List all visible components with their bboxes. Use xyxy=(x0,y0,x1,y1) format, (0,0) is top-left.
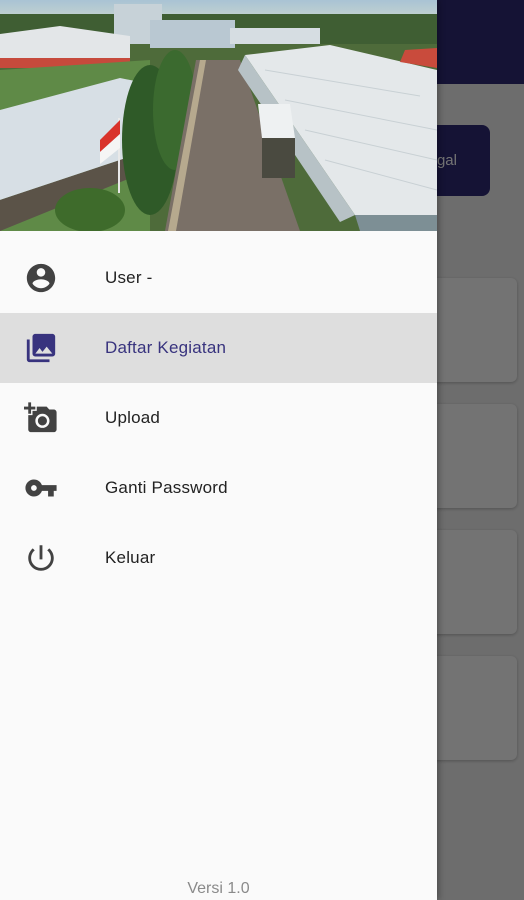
menu-item-keluar[interactable]: Keluar xyxy=(0,523,437,593)
drawer-menu: User - Daftar Kegiatan Upload Ganti Pass… xyxy=(0,231,437,593)
account-circle-icon xyxy=(24,261,58,295)
menu-item-label: Keluar xyxy=(105,548,156,567)
factory-aerial-photo xyxy=(0,0,437,231)
key-icon xyxy=(24,471,58,505)
drawer-header-image xyxy=(0,0,437,231)
navigation-drawer: User - Daftar Kegiatan Upload Ganti Pass… xyxy=(0,0,437,900)
photo-library-icon xyxy=(24,331,58,365)
app-version-label: Versi 1.0 xyxy=(187,880,250,897)
menu-item-user[interactable]: User - xyxy=(0,243,437,313)
add-camera-icon xyxy=(24,401,58,435)
menu-item-label: User - xyxy=(105,268,153,287)
menu-item-ganti-password[interactable]: Ganti Password xyxy=(0,453,437,523)
menu-item-upload[interactable]: Upload xyxy=(0,383,437,453)
menu-item-label: Daftar Kegiatan xyxy=(105,338,227,357)
menu-item-label: Ganti Password xyxy=(105,478,228,497)
menu-item-daftar-kegiatan[interactable]: Daftar Kegiatan xyxy=(0,313,437,383)
menu-item-label: Upload xyxy=(105,408,161,427)
power-icon xyxy=(24,541,58,575)
